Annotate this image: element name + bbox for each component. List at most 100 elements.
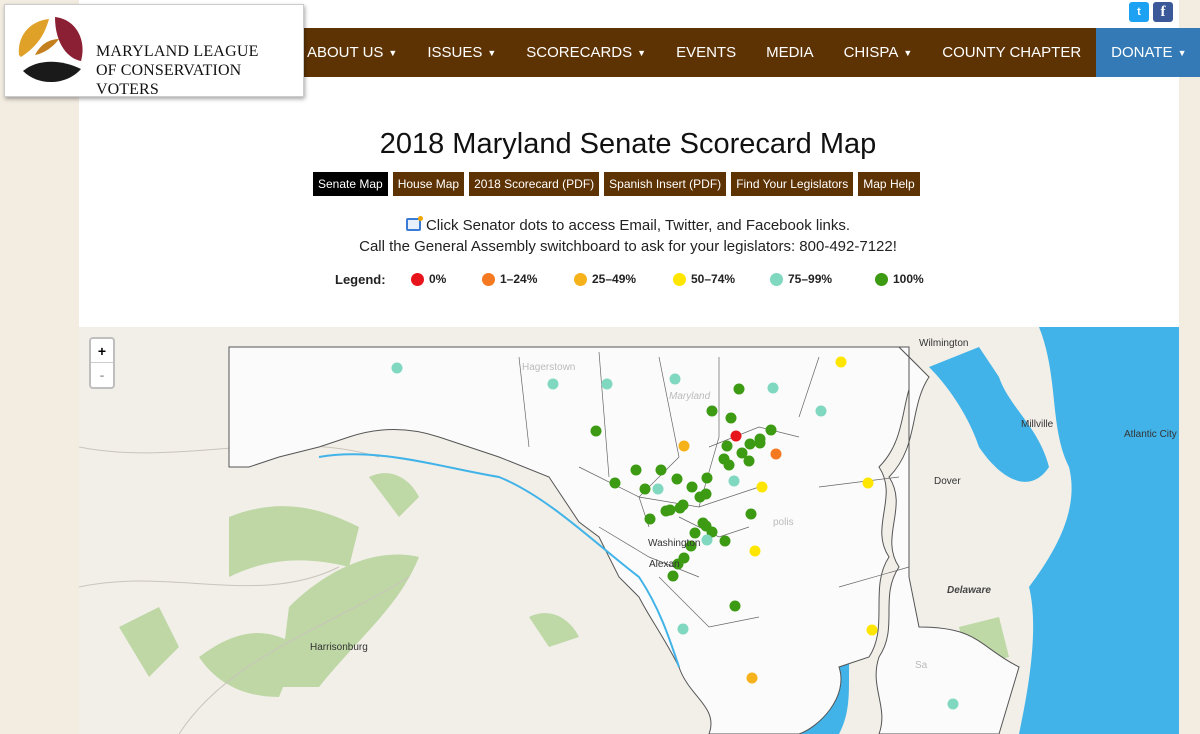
senator-dot[interactable] — [652, 483, 664, 495]
senator-dot[interactable] — [767, 382, 779, 394]
senator-dot[interactable] — [667, 570, 679, 582]
legend-dot — [482, 272, 495, 286]
legend-label: 100% — [893, 272, 924, 286]
senator-dot[interactable] — [601, 378, 613, 390]
legend-title: Legend: — [335, 272, 386, 287]
nav-scorecards[interactable]: SCORECARDS ▼ — [511, 28, 661, 77]
senator-dot[interactable] — [697, 517, 709, 529]
nav-issues[interactable]: ISSUES ▼ — [412, 28, 511, 77]
senator-dot[interactable] — [694, 491, 706, 503]
senator-dot[interactable] — [743, 455, 755, 467]
senator-dot[interactable] — [655, 464, 667, 476]
caret-down-icon: ▼ — [637, 47, 647, 58]
zoom-out-button[interactable]: - — [91, 363, 113, 387]
nav-events-label: EVENTS — [676, 44, 737, 61]
senator-dot[interactable] — [721, 440, 733, 452]
senator-dot[interactable] — [733, 383, 745, 395]
senator-dot[interactable] — [664, 504, 676, 516]
senator-dot[interactable] — [701, 534, 713, 546]
spanish-insert-button[interactable]: Spanish Insert (PDF) — [604, 172, 727, 196]
senate-map[interactable]: + - Wilmington Millville Atlantic City D… — [79, 327, 1179, 734]
nav-donate-label: DONATE — [1111, 44, 1173, 61]
senator-dot[interactable] — [609, 477, 621, 489]
page-title: 2018 Maryland Senate Scorecard Map — [379, 128, 877, 160]
nav-about-us-label: ABOUT US — [307, 44, 384, 61]
senator-dot[interactable] — [630, 464, 642, 476]
scorecard-pdf-button[interactable]: 2018 Scorecard (PDF) — [469, 172, 600, 196]
legend-dot — [574, 272, 587, 286]
senator-dot[interactable] — [815, 405, 827, 417]
senator-dot[interactable] — [754, 437, 766, 449]
map-label-dover: Dover — [934, 476, 961, 487]
senator-dot[interactable] — [770, 448, 782, 460]
main-nav: ABOUT US ▼ ISSUES ▼ SCORECARDS ▼ EVENTS MED… — [304, 28, 1200, 77]
senator-dot[interactable] — [947, 698, 959, 710]
senator-dot[interactable] — [746, 672, 758, 684]
senator-dot[interactable] — [669, 373, 681, 385]
facebook-icon[interactable]: f — [1153, 2, 1173, 22]
caret-down-icon: ▼ — [903, 47, 913, 58]
senator-dot[interactable] — [749, 545, 761, 557]
nav-donate[interactable]: DONATE ▼ — [1096, 28, 1200, 77]
org-name: Maryland League of Conservation Voters — [96, 42, 303, 99]
nav-issues-label: ISSUES — [427, 44, 483, 61]
senator-dot[interactable] — [671, 473, 683, 485]
senator-dot[interactable] — [590, 425, 602, 437]
nav-chispa[interactable]: CHISPA ▼ — [829, 28, 928, 77]
senator-dot[interactable] — [745, 508, 757, 520]
senator-dot[interactable] — [701, 472, 713, 484]
senator-dot[interactable] — [835, 356, 847, 368]
nav-media[interactable]: MEDIA — [751, 28, 829, 77]
nav-about-us[interactable]: ABOUT US ▼ — [304, 28, 412, 77]
senator-dot[interactable] — [547, 378, 559, 390]
legend-label: 25–49% — [592, 272, 637, 286]
legend-dot — [875, 272, 888, 286]
senator-dot[interactable] — [674, 502, 686, 514]
senate-map-button[interactable]: Senate Map — [313, 172, 388, 196]
senator-dot[interactable] — [728, 475, 740, 487]
legend-item-1: 1–24% — [482, 272, 537, 286]
senator-dot[interactable] — [391, 362, 403, 374]
senator-dot[interactable] — [678, 440, 690, 452]
senator-dot[interactable] — [677, 623, 689, 635]
nav-county-chapter[interactable]: COUNTY CHAPTER — [927, 28, 1096, 77]
find-legislators-button[interactable]: Find Your Legislators — [731, 172, 854, 196]
senator-dot[interactable] — [644, 513, 656, 525]
map-label-millville: Millville — [1021, 419, 1054, 430]
senator-dot[interactable] — [718, 453, 730, 465]
org-name-line1: Maryland League — [96, 43, 259, 60]
site-logo[interactable]: Maryland League of Conservation Voters — [4, 4, 304, 99]
legend-label: 50–74% — [691, 272, 736, 286]
map-canvas — [79, 327, 1179, 734]
zoom-in-button[interactable]: + — [91, 339, 113, 363]
senator-dot[interactable] — [719, 535, 731, 547]
house-map-button[interactable]: House Map — [392, 172, 465, 196]
nav-events[interactable]: EVENTS — [661, 28, 751, 77]
senator-dot[interactable] — [730, 430, 742, 442]
legend-item-0: 0% — [411, 272, 446, 286]
legend-label: 1–24% — [500, 272, 538, 286]
senator-dot[interactable] — [725, 412, 737, 424]
senator-dot[interactable] — [744, 438, 756, 450]
info-line-1-text: Click Senator dots to access Email, Twit… — [425, 217, 851, 234]
map-label-annapolis: polis — [773, 517, 794, 528]
senator-dot[interactable] — [639, 483, 651, 495]
twitter-icon[interactable]: t — [1129, 2, 1149, 22]
org-name-line2: of Conservation Voters — [96, 62, 242, 98]
nav-chispa-label: CHISPA — [843, 44, 899, 61]
map-help-button[interactable]: Map Help — [858, 172, 920, 196]
info-line-2: Call the General Assembly switchboard to… — [359, 238, 897, 255]
senator-dot[interactable] — [678, 552, 690, 564]
senator-dot[interactable] — [686, 481, 698, 493]
senator-dot[interactable] — [862, 477, 874, 489]
senator-dot[interactable] — [706, 405, 718, 417]
senator-dot[interactable] — [689, 527, 701, 539]
senator-dot[interactable] — [765, 424, 777, 436]
map-label-hagerstown: Hagerstown — [522, 362, 576, 373]
logo-icon — [18, 17, 83, 83]
legend-item-4: 75–99% — [770, 272, 832, 286]
senator-dot[interactable] — [756, 481, 768, 493]
senator-dot[interactable] — [729, 600, 741, 612]
info-line-1: Click Senator dots to access Email, Twit… — [0, 216, 1200, 234]
senator-dot[interactable] — [866, 624, 878, 636]
